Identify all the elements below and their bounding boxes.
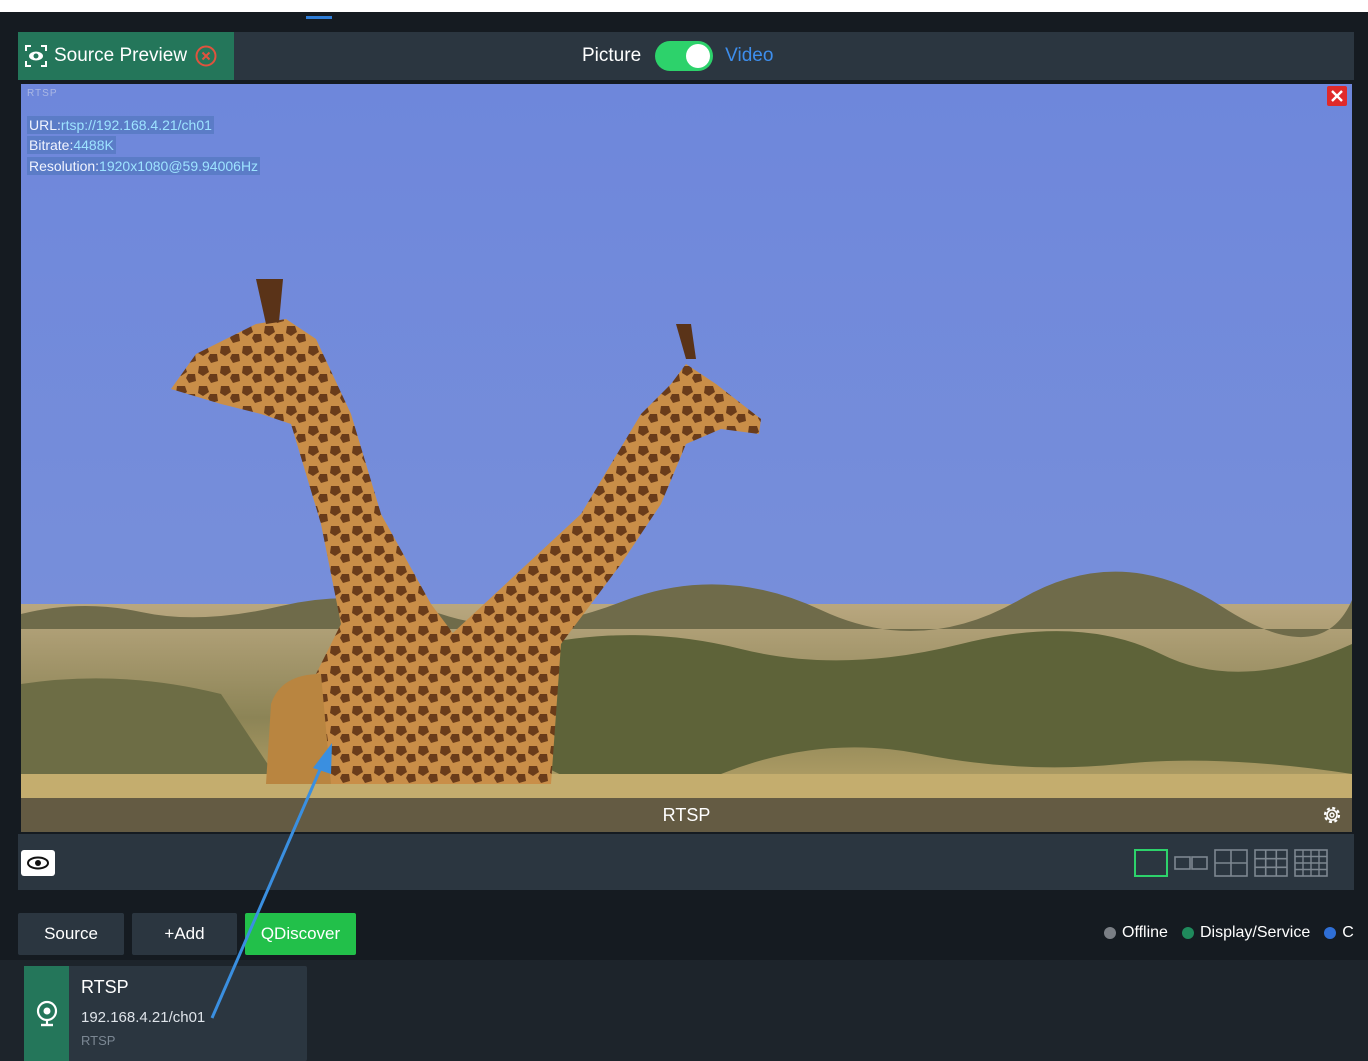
legend-other-label: C [1342, 924, 1354, 941]
legend-display-service: Display/Service [1181, 924, 1311, 942]
preview-eye-icon [24, 44, 48, 68]
eye-icon [27, 856, 49, 870]
url-value: rtsp://192.168.4.21/ch01 [60, 117, 212, 133]
switch-knob [686, 44, 711, 68]
page-title: Source Preview [54, 45, 188, 66]
preview-toolbar [18, 834, 1354, 890]
bitrate-label: Bitrate: [29, 137, 74, 153]
video-preview[interactable]: RTSP URL:rtsp://192.168.4.21/ch01 Bitrat… [21, 84, 1352, 832]
other-dot [1324, 927, 1337, 939]
stream-url-info: URL:rtsp://192.168.4.21/ch01 [27, 116, 214, 134]
offline-dot [1104, 927, 1116, 939]
source-name: RTSP [81, 977, 129, 997]
picture-video-switch[interactable] [655, 41, 714, 71]
resolution-label: Resolution: [29, 158, 100, 174]
protocol-watermark: RTSP [27, 88, 58, 99]
layout-1x2-icon[interactable] [1174, 849, 1208, 877]
close-stream-button[interactable] [1327, 86, 1347, 106]
add-source-button[interactable]: +Add [132, 913, 237, 955]
stream-bitrate-info: Bitrate:4488K [27, 136, 116, 154]
legend-offline: Offline [1104, 924, 1168, 942]
legend-display-service-label: Display/Service [1199, 924, 1311, 941]
preview-header: Source Preview Picture Video [18, 32, 1354, 80]
layout-1x1-icon[interactable] [1134, 849, 1168, 877]
picture-video-toggle-group: Picture Video [582, 32, 773, 80]
layout-selector [1134, 848, 1328, 878]
layout-4x4-icon[interactable] [1294, 849, 1328, 877]
legend-other: C [1324, 924, 1354, 942]
discover-button[interactable]: QDiscover [245, 913, 356, 955]
layout-3x3-icon[interactable] [1254, 849, 1288, 877]
source-button[interactable]: Source [18, 913, 124, 955]
source-list: RTSP 192.168.4.21/ch01 RTSP [0, 960, 1368, 1061]
stream-resolution-info: Resolution:1920x1080@59.94006Hz [27, 157, 261, 175]
legend-offline-label: Offline [1122, 924, 1168, 941]
video-label[interactable]: Video [725, 45, 773, 67]
url-label: URL: [29, 117, 61, 133]
layout-2x2-icon[interactable] [1214, 849, 1248, 877]
status-legend: Offline Display/Service C [1104, 924, 1368, 942]
source-preview-tab[interactable]: Source Preview [18, 32, 234, 80]
close-preview-icon[interactable] [195, 45, 217, 67]
close-icon [1331, 90, 1343, 102]
resolution-value: 1920x1080@59.94006Hz [99, 158, 259, 174]
source-card-status-band [24, 966, 69, 1061]
preview-caption-bar: RTSP [21, 798, 1352, 832]
active-tab-indicator [306, 16, 332, 19]
gear-icon[interactable] [1321, 804, 1343, 826]
source-bar: Source +Add QDiscover Offline Display/Se… [0, 900, 1368, 960]
display-service-dot [1181, 927, 1194, 939]
picture-label: Picture [582, 45, 642, 66]
preview-source-label: RTSP [662, 805, 711, 825]
source-address: 192.168.4.21/ch01 [81, 1009, 206, 1026]
source-protocol: RTSP [81, 1033, 116, 1048]
source-card[interactable]: RTSP 192.168.4.21/ch01 RTSP [24, 966, 307, 1061]
webcam-icon [36, 1000, 57, 1026]
bitrate-value: 4488K [73, 137, 114, 153]
video-frame [21, 84, 1352, 832]
toggle-preview-button[interactable] [21, 850, 55, 876]
